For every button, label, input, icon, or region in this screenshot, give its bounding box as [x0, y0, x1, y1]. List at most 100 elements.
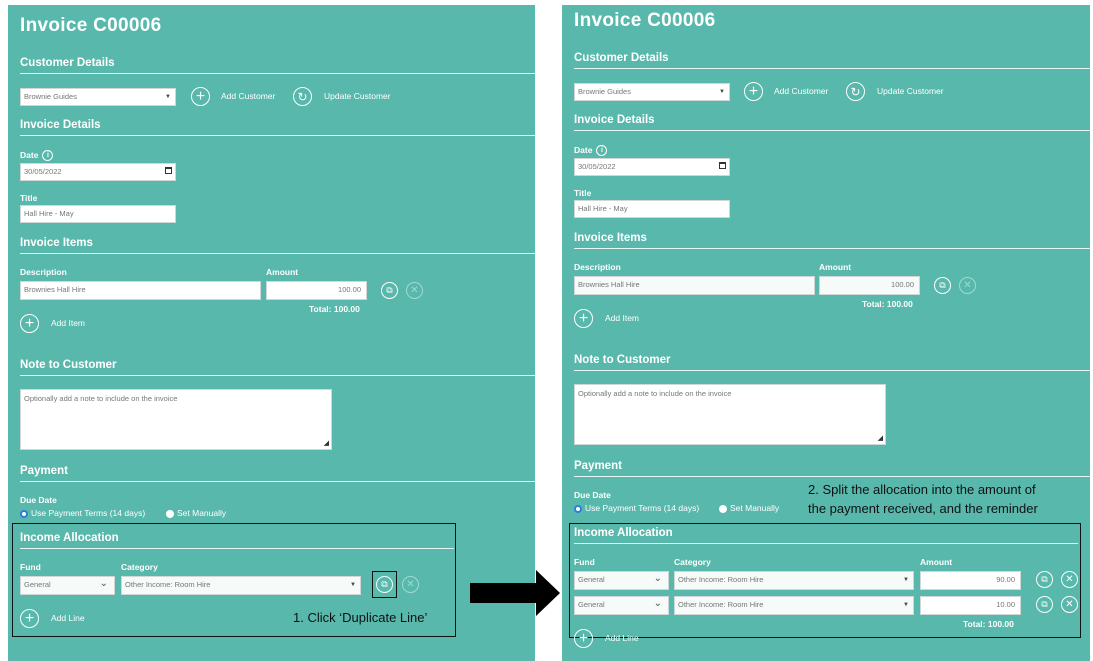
add-customer-link[interactable]: Add Customer — [774, 86, 828, 96]
title-input[interactable]: Hall Hire - May — [574, 200, 730, 218]
add-item-link[interactable]: Add Item — [605, 313, 639, 323]
calendar-icon[interactable] — [165, 167, 172, 174]
chevron-down-icon: ⌄ — [653, 598, 662, 609]
divider — [20, 548, 454, 549]
divider — [574, 130, 1090, 131]
note-textarea[interactable]: Optionally add a note to include on the … — [574, 384, 886, 445]
item-description-input[interactable]: Brownies Hall Hire — [574, 276, 815, 295]
category-select[interactable]: Other Income: Room Hire ▼ — [121, 576, 361, 595]
duplicate-item-icon[interactable]: ⧉ — [934, 277, 951, 294]
step-2-annotation-line-1: 2. Split the allocation into the amount … — [808, 482, 1036, 497]
customer-select[interactable]: Brownie Guides ▼ — [20, 88, 176, 106]
duplicate-line-icon[interactable]: ⧉ — [1036, 596, 1053, 613]
allocation-amount-label: Amount — [920, 557, 953, 567]
add-line-icon[interactable]: + — [20, 609, 39, 628]
date-input[interactable]: 30/05/2022 — [574, 158, 730, 176]
delete-line-icon[interactable]: ✕ — [1061, 571, 1078, 588]
info-icon[interactable]: i — [42, 150, 54, 162]
category-select[interactable]: Other Income: Room Hire ▼ — [674, 571, 914, 590]
income-allocation-heading: Income Allocation — [574, 527, 673, 539]
invoice-items-heading: Invoice Items — [20, 237, 93, 249]
divider — [574, 476, 1090, 477]
divider — [20, 73, 535, 74]
description-label: Description — [574, 262, 621, 272]
radio-unselected-icon[interactable] — [166, 509, 174, 518]
calendar-icon[interactable] — [719, 162, 726, 169]
add-customer-link[interactable]: Add Customer — [221, 91, 275, 101]
date-label: Date i — [20, 150, 54, 162]
resize-handle-icon[interactable]: ◢ — [878, 434, 883, 442]
item-description-input[interactable]: Brownies Hall Hire — [20, 281, 261, 300]
divider — [20, 481, 535, 482]
add-item-icon[interactable]: + — [20, 314, 39, 333]
delete-line-icon[interactable]: ✕ — [1061, 596, 1078, 613]
payment-terms-radio[interactable]: Use Payment Terms (14 days) — [574, 503, 699, 513]
radio-selected-icon[interactable] — [574, 504, 582, 513]
duplicate-item-icon[interactable]: ⧉ — [381, 282, 398, 299]
invoice-form-before: Invoice C00006 Customer Details Brownie … — [8, 5, 535, 661]
date-label: Date i — [574, 145, 608, 157]
invoice-form-after: Invoice C00006 Customer Details Brownie … — [562, 5, 1090, 661]
payment-terms-radio[interactable]: Use Payment Terms (14 days) — [20, 508, 145, 518]
refresh-icon[interactable]: ↻ — [846, 82, 865, 101]
add-customer-icon[interactable]: + — [744, 82, 763, 101]
update-customer-link[interactable]: Update Customer — [324, 91, 391, 101]
fund-select[interactable]: General ⌄ — [574, 571, 669, 590]
divider — [574, 68, 1090, 69]
page-title: Invoice C00006 — [574, 10, 716, 31]
item-amount-input[interactable]: 100.00 — [266, 281, 367, 300]
add-customer-icon[interactable]: + — [191, 87, 210, 106]
set-manually-radio[interactable]: Set Manually — [719, 503, 779, 513]
duplicate-line-icon[interactable]: ⧉ — [1036, 571, 1053, 588]
title-label: Title — [20, 193, 38, 203]
caret-down-icon: ▼ — [165, 94, 171, 100]
due-date-label: Due Date — [20, 495, 57, 505]
radio-selected-icon[interactable] — [20, 509, 28, 518]
divider — [20, 135, 535, 136]
divider — [574, 370, 1090, 371]
fund-label: Fund — [574, 557, 595, 567]
note-heading: Note to Customer — [20, 359, 117, 371]
category-select[interactable]: Other Income: Room Hire ▼ — [674, 596, 914, 615]
description-label: Description — [20, 267, 67, 277]
item-amount-input[interactable]: 100.00 — [819, 276, 920, 295]
caret-down-icon: ▼ — [350, 582, 356, 588]
add-item-icon[interactable]: + — [574, 309, 593, 328]
divider — [20, 253, 535, 254]
chevron-down-icon: ⌄ — [653, 573, 662, 584]
invoice-details-heading: Invoice Details — [20, 119, 101, 131]
delete-item-icon[interactable]: ✕ — [959, 277, 976, 294]
add-line-icon[interactable]: + — [574, 629, 593, 648]
info-icon[interactable]: i — [596, 145, 608, 157]
note-textarea[interactable]: Optionally add a note to include on the … — [20, 389, 332, 450]
date-input[interactable]: 30/05/2022 — [20, 163, 176, 181]
allocation-amount-input[interactable]: 10.00 — [920, 596, 1021, 615]
customer-select[interactable]: Brownie Guides ▼ — [574, 83, 730, 101]
payment-heading: Payment — [20, 465, 68, 477]
add-line-link[interactable]: Add Line — [51, 613, 85, 623]
arrow-right-icon — [470, 570, 560, 616]
duplicate-line-icon[interactable]: ⧉ — [376, 576, 393, 593]
step-2-annotation-line-2: the payment received, and the reminder — [808, 501, 1038, 516]
radio-unselected-icon[interactable] — [719, 504, 727, 513]
delete-item-icon[interactable]: ✕ — [406, 282, 423, 299]
set-manually-radio[interactable]: Set Manually — [166, 508, 226, 518]
note-heading: Note to Customer — [574, 354, 671, 366]
chevron-down-icon: ⌄ — [99, 578, 108, 589]
delete-line-icon[interactable]: ✕ — [402, 576, 419, 593]
resize-handle-icon[interactable]: ◢ — [324, 439, 329, 447]
income-allocation-heading: Income Allocation — [20, 532, 119, 544]
page-title: Invoice C00006 — [20, 15, 162, 36]
title-input[interactable]: Hall Hire - May — [20, 205, 176, 223]
fund-select[interactable]: General ⌄ — [574, 596, 669, 615]
caret-down-icon: ▼ — [903, 602, 909, 608]
fund-select[interactable]: General ⌄ — [20, 576, 115, 595]
caret-down-icon: ▼ — [719, 89, 725, 95]
update-customer-link[interactable]: Update Customer — [877, 86, 944, 96]
payment-heading: Payment — [574, 460, 622, 472]
add-line-link[interactable]: Add Line — [605, 633, 639, 643]
allocation-amount-input[interactable]: 90.00 — [920, 571, 1021, 590]
items-total: Total: 100.00 — [309, 304, 360, 314]
add-item-link[interactable]: Add Item — [51, 318, 85, 328]
refresh-icon[interactable]: ↻ — [293, 87, 312, 106]
